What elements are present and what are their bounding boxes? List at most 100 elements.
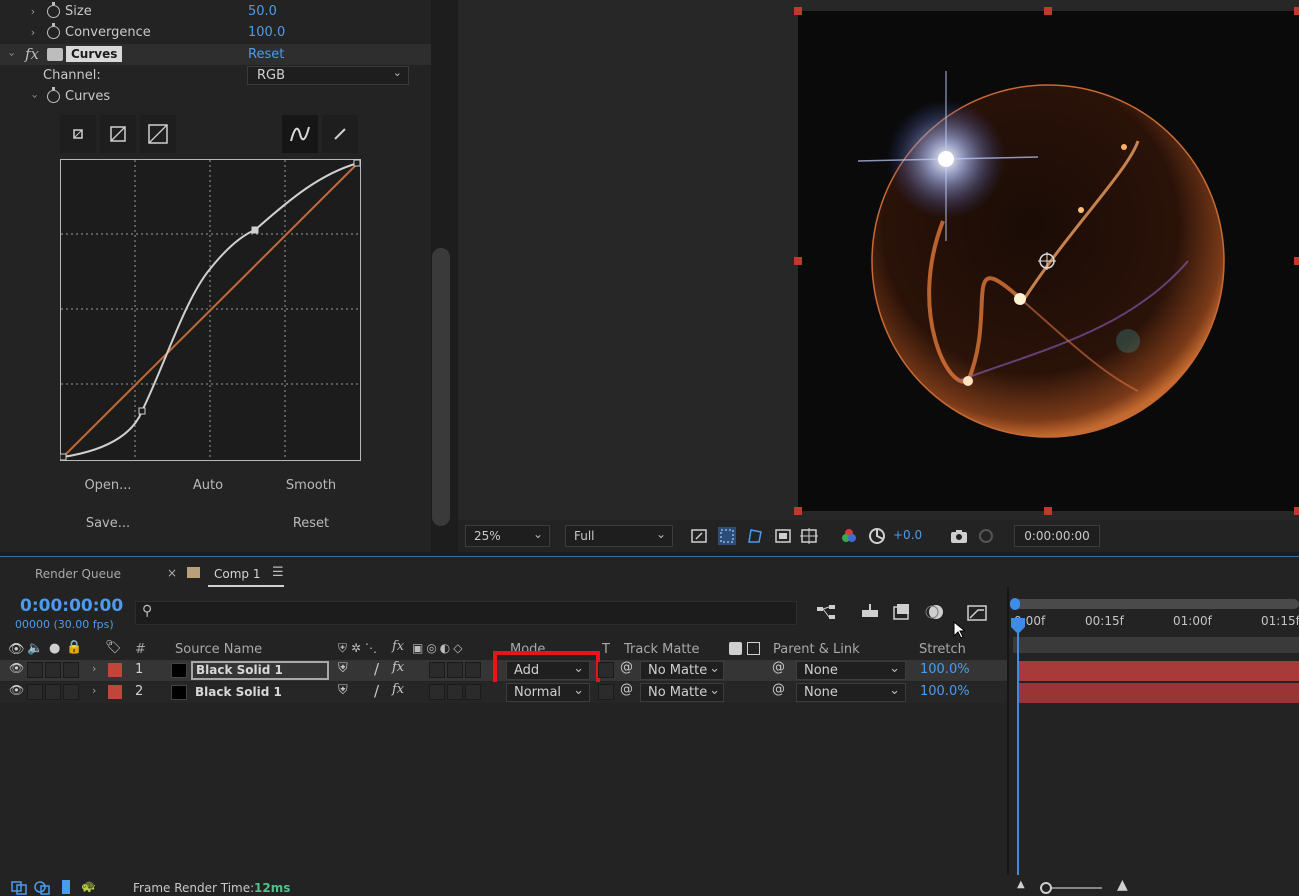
expand-chevron-icon[interactable]: › [28,26,38,39]
fx-icon[interactable]: fx [25,45,39,63]
expand-chevron-icon[interactable]: › [92,684,96,697]
audio-switch[interactable] [27,662,43,678]
column-source-name[interactable]: Source Name [175,642,262,657]
panel-menu-icon[interactable]: ☰ [272,565,284,580]
prop-value[interactable]: 100.0 [248,25,285,40]
transform-handle[interactable] [794,257,802,265]
tab-render-queue[interactable]: Render Queue [35,567,121,581]
parent-select[interactable]: None ⌄ [796,661,906,680]
scrollbar-thumb[interactable] [432,248,450,526]
column-number[interactable]: # [135,642,146,657]
pencil-tool-icon[interactable] [322,115,358,153]
transform-handle[interactable] [1044,507,1052,515]
motion-blur-switch[interactable] [429,684,445,700]
layer-switches-toggle-icon[interactable] [11,881,27,895]
show-snapshot-icon[interactable] [977,527,995,545]
stopwatch-icon[interactable] [47,2,60,18]
grid-guides-icon[interactable] [800,527,818,545]
label-tag-icon[interactable]: 🏷 [105,640,122,655]
layer-row[interactable]: 👁 › 2 Black Solid 1 ⛨ / fx Normal ⌄ @ No… [0,682,1007,703]
collapse-chevron-icon[interactable]: › [29,92,42,102]
snapshot-camera-icon[interactable] [950,527,968,545]
column-t[interactable]: T [602,642,610,657]
stretch-value[interactable]: 100.0% [920,684,970,699]
composition-frame[interactable] [798,11,1299,511]
parent-select[interactable]: None ⌄ [796,683,906,702]
transparency-grid-icon[interactable] [718,527,736,545]
collapse-chevron-icon[interactable]: › [6,50,19,60]
playhead-line[interactable] [1017,619,1019,896]
transform-handle[interactable] [1294,507,1299,515]
work-area-start-handle[interactable] [1010,598,1020,610]
zoom-out-icon[interactable]: ▲ [1017,879,1025,890]
layer-name[interactable]: Black Solid 1 [195,685,282,699]
column-stretch[interactable]: Stretch [919,642,966,657]
curve-size-large-icon[interactable] [140,115,176,153]
transform-handle[interactable] [1294,7,1299,15]
lock-switch[interactable] [63,684,79,700]
fx-switch-icon[interactable]: fx [392,682,404,697]
stopwatch-icon[interactable] [47,23,60,39]
resolution-select[interactable]: Full ⌄ [565,525,673,547]
transform-handle[interactable] [1294,257,1299,265]
expand-chevron-icon[interactable]: › [92,662,96,675]
quality-switch-icon[interactable]: / [374,682,379,700]
column-parent-link[interactable]: Parent & Link [773,642,860,657]
curves-graph[interactable] [60,159,361,461]
preserve-transparency-switch[interactable] [598,684,614,700]
mode-select[interactable]: Normal ⌄ [506,683,590,702]
layer-search-input[interactable]: ⚲ [135,601,797,625]
save-button[interactable]: Save... [60,516,156,531]
pick-whip-icon[interactable]: @ [620,660,633,675]
visibility-eye-icon[interactable]: 👁 [8,642,25,657]
reset-link[interactable]: Reset [248,47,284,62]
motion-blur-switch[interactable] [429,662,445,678]
quality-switch-icon[interactable]: / [374,660,379,678]
viewer-timecode[interactable]: 0:00:00:00 [1014,525,1100,547]
zoom-in-icon[interactable]: ▲ [1117,877,1128,893]
color-channels-icon[interactable] [840,527,858,545]
comp-flowchart-icon[interactable] [816,604,838,622]
tab-comp-1[interactable]: Comp 1 [214,567,260,581]
effect-header-curves[interactable]: › fx Curves Reset [0,44,432,65]
visibility-eye-icon[interactable]: 👁 [9,661,24,675]
expand-chevron-icon[interactable]: › [28,5,38,18]
parent-pick-whip-icon[interactable]: @ [772,682,785,697]
lock-switch[interactable] [63,662,79,678]
transform-handle[interactable] [1044,7,1052,15]
stretch-value[interactable]: 100.0% [920,662,970,677]
column-track-matte[interactable]: Track Matte [624,642,700,657]
open-button[interactable]: Open... [60,478,156,493]
visibility-eye-icon[interactable]: 👁 [9,683,24,697]
motion-blur-icon[interactable] [925,603,945,621]
zoom-select[interactable]: 25% ⌄ [465,525,550,547]
zoom-slider-thumb[interactable] [1040,882,1052,894]
lock-icon[interactable]: 🔒 [66,640,82,655]
layer-duration-bar[interactable] [1018,683,1299,703]
auto-button[interactable]: Auto [160,478,256,493]
work-area-bar[interactable] [1013,599,1299,609]
region-of-interest-icon[interactable] [774,527,792,545]
effect-name[interactable]: Curves [66,46,123,62]
shy-switch-icon[interactable]: ⛨ [338,683,348,698]
audio-switch[interactable] [27,684,43,700]
close-tab-icon[interactable]: × [167,566,177,580]
fx-switch-icon[interactable]: fx [392,660,404,675]
preserve-transparency-switch[interactable] [598,662,614,678]
layer-row[interactable]: 👁 › 1 Black Solid 1 ⛨ / fx Add ⌄ @ No Ma… [0,651,1007,687]
smooth-button[interactable]: Smooth [263,478,359,493]
reset-curves-button[interactable]: Reset [263,516,359,531]
stopwatch-icon[interactable] [47,87,60,103]
parent-pick-whip-icon[interactable]: @ [772,660,785,675]
mask-visibility-icon[interactable] [746,527,764,545]
fast-previews-icon[interactable] [690,527,708,545]
transform-handle[interactable] [794,7,802,15]
in-out-toggle-icon[interactable] [58,879,74,895]
exposure-value[interactable]: +0.0 [893,528,922,542]
prop-value[interactable]: 50.0 [248,4,277,19]
layer-label-color[interactable] [108,663,122,677]
adjustment-switch[interactable] [447,662,463,678]
transform-handle[interactable] [794,507,802,515]
audio-speaker-icon[interactable]: 🔈 [27,641,43,656]
track-matte-select[interactable]: No Matte ⌄ [640,661,724,680]
